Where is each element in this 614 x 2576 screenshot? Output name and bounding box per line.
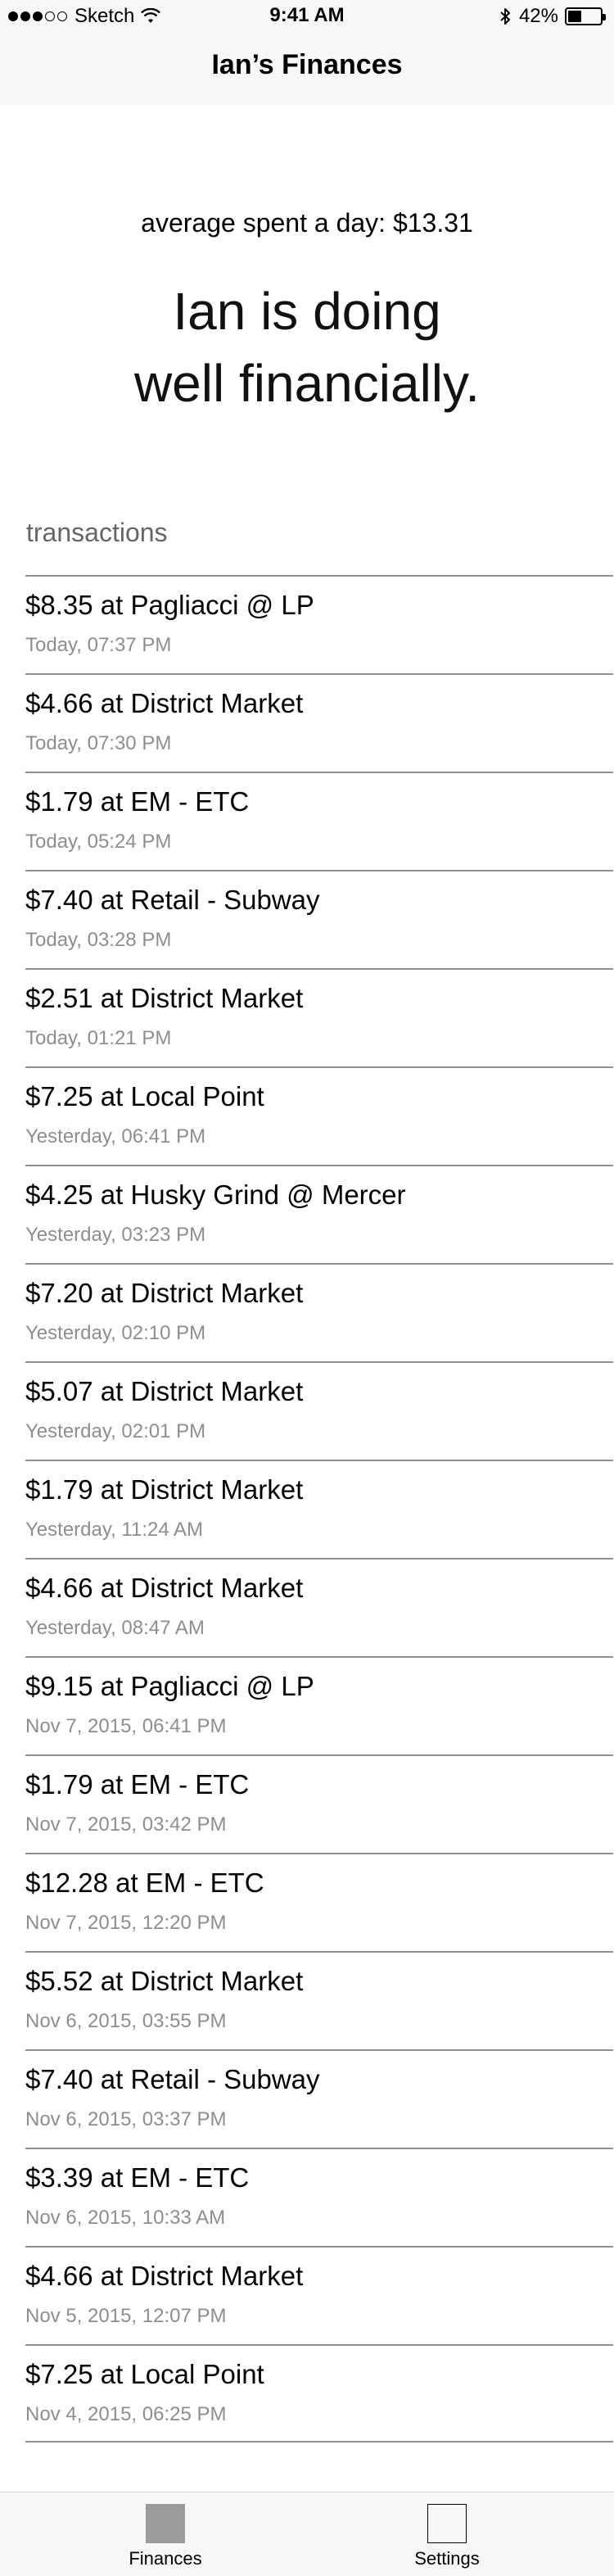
transaction-title: $5.52 at District Market [25, 1966, 304, 1996]
transaction-title: $1.79 at EM - ETC [25, 1769, 250, 1800]
status-right: 42% [499, 5, 606, 28]
transaction-time: Yesterday, 06:41 PM [25, 1125, 206, 1148]
battery-percent: 42% [518, 5, 558, 27]
transaction-time: Today, 01:21 PM [25, 1027, 172, 1049]
transaction-time: Yesterday, 02:01 PM [25, 1420, 206, 1442]
transaction-title: $4.66 at District Market [25, 688, 304, 718]
transaction-title: $8.35 at Pagliacci @ LP [25, 590, 314, 620]
transaction-row[interactable]: $7.40 at Retail - Subway Nov 6, 2015, 03:… [25, 2049, 613, 2148]
tab-settings[interactable]: Settings [365, 2492, 529, 2576]
transaction-title: $7.25 at Local Point [25, 2359, 264, 2389]
transaction-row[interactable]: $7.40 at Retail - Subway Today, 03:28 PM [25, 870, 613, 968]
transaction-row[interactable]: $1.79 at District Market Yesterday, 11:24… [25, 1460, 613, 1558]
tab-settings-label: Settings [414, 2548, 480, 2569]
transaction-row[interactable]: $9.15 at Pagliacci @ LP Nov 7, 2015, 06:4… [25, 1656, 613, 1754]
transaction-time: Yesterday, 08:47 AM [25, 1617, 205, 1639]
navigation-bar: Ian’s Finances [0, 33, 614, 105]
transaction-time: Yesterday, 11:24 AM [25, 1519, 204, 1541]
transaction-title: $2.51 at District Market [25, 983, 304, 1013]
transaction-title: $4.66 at District Market [25, 2261, 304, 2291]
transaction-title: $4.66 at District Market [25, 1573, 304, 1603]
transaction-title: $3.39 at EM - ETC [25, 2162, 250, 2193]
transaction-row[interactable]: $1.79 at EM - ETC Today, 05:24 PM [25, 772, 613, 870]
transaction-row[interactable]: $5.07 at District Market Yesterday, 02:01… [25, 1361, 613, 1460]
transaction-row[interactable]: $2.51 at District Market Today, 01:21 PM [25, 968, 613, 1066]
transaction-title: $5.07 at District Market [25, 1376, 304, 1406]
tab-finances[interactable]: Finances [84, 2492, 247, 2576]
battery-level [568, 11, 581, 22]
transaction-time: Today, 05:24 PM [25, 831, 172, 853]
transaction-time: Today, 07:30 PM [25, 732, 172, 754]
settings-tab-icon [427, 2504, 467, 2543]
transaction-time: Nov 6, 2015, 03:55 PM [25, 2010, 227, 2032]
transaction-time: Nov 6, 2015, 03:37 PM [25, 2108, 227, 2130]
transaction-time: Nov 6, 2015, 10:33 AM [25, 2207, 226, 2229]
tab-finances-label: Finances [129, 2548, 202, 2569]
transaction-title: $7.40 at Retail - Subway [25, 2064, 320, 2094]
transaction-row[interactable]: $7.25 at Local Point Nov 4, 2015, 06:25 P… [25, 2344, 613, 2442]
transaction-time: Nov 7, 2015, 03:42 PM [25, 1813, 227, 1836]
battery-tip [603, 14, 606, 20]
transaction-time: Nov 5, 2015, 12:07 PM [25, 2305, 227, 2327]
transaction-row[interactable]: $7.20 at District Market Yesterday, 02:10… [25, 1263, 613, 1361]
transaction-time: Today, 03:28 PM [25, 929, 172, 951]
transaction-row[interactable]: $4.25 at Husky Grind @ Mercer Yesterday, … [25, 1165, 613, 1263]
transaction-row[interactable]: $8.35 at Pagliacci @ LP Today, 07:37 PM [25, 575, 613, 673]
transaction-time: Nov 7, 2015, 12:20 PM [25, 1912, 227, 1934]
finances-tab-icon [146, 2504, 185, 2543]
transaction-row[interactable]: $4.66 at District Market Today, 07:30 PM [25, 673, 613, 772]
transaction-row[interactable]: $4.66 at District Market Nov 5, 2015, 12:… [25, 2246, 613, 2344]
average-spent-label: average spent a day: $13.31 [141, 208, 473, 238]
transaction-title: $4.25 at Husky Grind @ Mercer [25, 1179, 406, 1210]
transaction-title: $7.20 at District Market [25, 1278, 304, 1308]
transaction-row[interactable]: $4.66 at District Market Yesterday, 08:47… [25, 1558, 613, 1656]
transaction-row[interactable]: $7.25 at Local Point Yesterday, 06:41 PM [25, 1066, 613, 1165]
transactions-section-header: transactions [26, 518, 168, 547]
transaction-time: Nov 4, 2015, 06:25 PM [25, 2403, 227, 2425]
transaction-time: Yesterday, 03:23 PM [25, 1224, 206, 1246]
transaction-title: $9.15 at Pagliacci @ LP [25, 1671, 314, 1701]
transaction-time: Today, 07:37 PM [25, 634, 172, 656]
battery-icon [565, 7, 606, 25]
tab-bar: Finances Settings [0, 2492, 614, 2576]
transaction-row[interactable]: $1.79 at EM - ETC Nov 7, 2015, 03:42 PM [25, 1754, 613, 1853]
transactions-list: $8.35 at Pagliacci @ LP Today, 07:37 PM $4… [0, 575, 614, 2442]
transaction-time: Yesterday, 02:10 PM [25, 1322, 206, 1344]
transaction-title: $7.25 at Local Point [25, 1081, 264, 1111]
status-bar: Sketch 9:41 AM 42% [0, 0, 614, 33]
transaction-row[interactable]: $5.52 at District Market Nov 6, 2015, 03:… [25, 1951, 613, 2049]
page-title: Ian’s Finances [211, 49, 403, 80]
financial-status-message: Ian is doing well financially. [133, 282, 481, 413]
transaction-row[interactable]: $3.39 at EM - ETC Nov 6, 2015, 10:33 AM [25, 2148, 613, 2246]
transaction-row[interactable]: $12.28 at EM - ETC Nov 7, 2015, 12:20 PM [25, 1853, 613, 1951]
transaction-time: Nov 7, 2015, 06:41 PM [25, 1715, 227, 1737]
transaction-title: $12.28 at EM - ETC [25, 1867, 264, 1898]
bluetooth-icon [500, 8, 510, 25]
transaction-title: $7.40 at Retail - Subway [25, 885, 320, 915]
transaction-title: $1.79 at EM - ETC [25, 786, 250, 817]
transaction-title: $1.79 at District Market [25, 1474, 304, 1505]
